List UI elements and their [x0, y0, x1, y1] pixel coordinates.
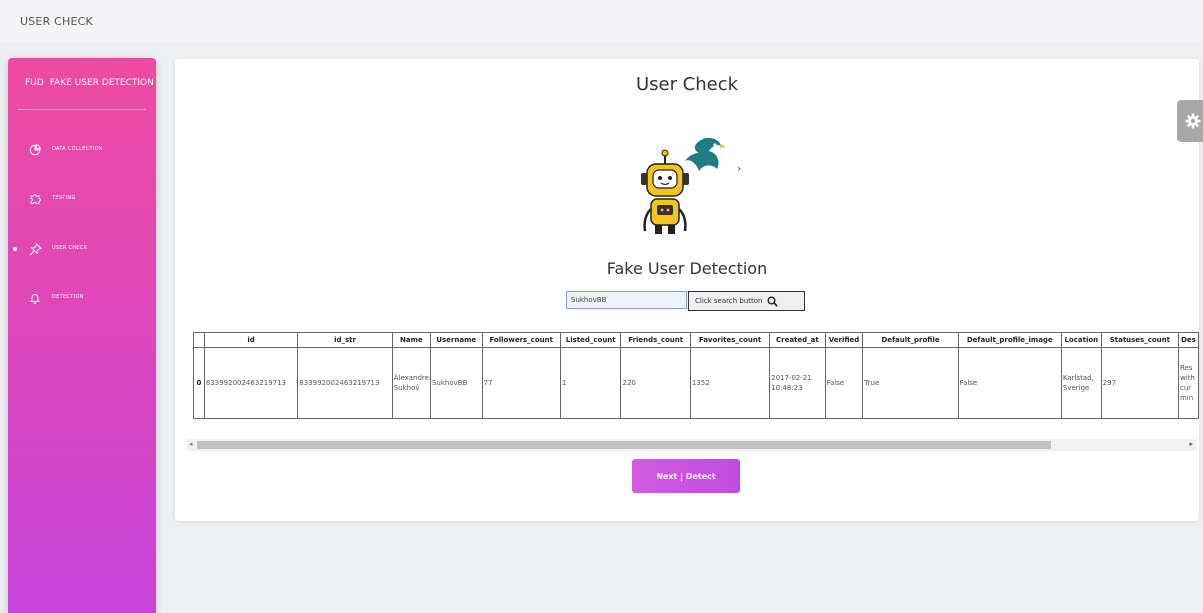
robot-bird-illustration	[641, 137, 726, 234]
page-title: User Check	[635, 74, 739, 95]
column-header: Statuses_count	[1100, 332, 1179, 348]
sidebar-item-label: DETECTION	[52, 294, 84, 300]
scroll-left-arrow-icon[interactable]: ◂	[189, 440, 193, 448]
next-detect-button[interactable]: Next | Detect	[632, 459, 740, 493]
brand[interactable]: FUD FAKE USER DETECTION	[25, 78, 154, 88]
column-header: Default_profile_image	[957, 332, 1062, 348]
brand-divider	[18, 109, 146, 110]
user-data-table-container[interactable]: id id_str Name Username Followers_count …	[193, 332, 1199, 428]
table-cell: 77	[481, 347, 561, 419]
brand-abbr: FUD	[25, 78, 44, 88]
settings-tab[interactable]	[1177, 100, 1203, 142]
scroll-right-arrow-icon[interactable]: ▸	[1189, 440, 1193, 448]
table-cell: SukhovBB	[429, 347, 483, 419]
active-indicator	[13, 247, 17, 251]
column-header: Listed_count	[559, 332, 622, 348]
pie-chart-icon	[27, 142, 43, 158]
column-header: Favorites_count	[689, 332, 771, 348]
table-cell: 2017-02-21 10:48:23	[769, 347, 826, 419]
row-index: 0	[193, 347, 205, 419]
main-card: User Check › Fake User Detection Click s…	[175, 59, 1199, 521]
sidebar-item-label: DATA COLLECTION	[52, 146, 103, 152]
table-cell: 833992002463219713	[203, 347, 299, 419]
table-cell: Alexandre Sukhov	[391, 347, 431, 419]
column-header	[193, 332, 205, 348]
table-row: 0 833992002463219713 833992002463219713 …	[193, 347, 1199, 419]
top-bar: USER CHECK	[0, 0, 1203, 42]
scrollbar-thumb[interactable]	[197, 441, 1051, 449]
column-header: Friends_count	[620, 332, 691, 348]
table-cell: 297	[1100, 347, 1179, 419]
puzzle-icon	[27, 191, 43, 207]
table-cell: False	[824, 347, 864, 419]
table-cell: True	[862, 347, 959, 419]
sidebar-item-user-check[interactable]: USER CHECK	[8, 239, 156, 259]
search-icon	[767, 296, 779, 307]
column-header: id	[203, 332, 299, 348]
column-header: Created_at	[769, 332, 826, 348]
sidebar-item-data-collection[interactable]: DATA COLLECTION	[8, 140, 156, 160]
table-cell: 1352	[689, 347, 771, 419]
sidebar-item-label: TESTING	[52, 195, 76, 201]
user-data-table: id id_str Name Username Followers_count …	[193, 332, 1199, 419]
sidebar: FUD FAKE USER DETECTION DATA COLLECTION T…	[8, 58, 156, 613]
bell-icon	[27, 290, 43, 306]
brand-name: FAKE USER DETECTION	[49, 78, 154, 88]
column-header: Followers_count	[481, 332, 561, 348]
section-subtitle: Fake User Detection	[606, 259, 768, 278]
table-cell: 833992002463219713	[297, 347, 393, 419]
chevron-right-icon: ›	[737, 162, 742, 175]
search-button[interactable]: Click search button	[688, 291, 805, 311]
sidebar-item-detection[interactable]: DETECTION	[8, 288, 156, 308]
table-cell: False	[957, 347, 1062, 419]
pin-icon	[27, 241, 43, 257]
horizontal-scrollbar[interactable]: ◂ ▸	[187, 439, 1197, 451]
search-button-label: Click search button	[695, 297, 763, 305]
column-header: Default_profile	[862, 332, 959, 348]
column-header: Verified	[824, 332, 864, 348]
table-cell: Res with cur min	[1177, 347, 1199, 419]
table-header-row: id id_str Name Username Followers_count …	[193, 332, 1199, 348]
column-header: Des	[1177, 332, 1199, 348]
gear-icon	[1185, 113, 1201, 129]
column-header: Name	[391, 332, 431, 348]
sidebar-item-testing[interactable]: TESTING	[8, 189, 156, 209]
column-header: Username	[429, 332, 483, 348]
username-search-input[interactable]	[566, 291, 687, 309]
table-cell: 220	[620, 347, 691, 419]
column-header: id_str	[297, 332, 393, 348]
table-cell: Karlstad, Sverige	[1060, 347, 1102, 419]
column-header: Location	[1060, 332, 1102, 348]
app-title: USER CHECK	[20, 15, 93, 28]
table-cell: 1	[559, 347, 622, 419]
sidebar-item-label: USER CHECK	[52, 245, 88, 251]
